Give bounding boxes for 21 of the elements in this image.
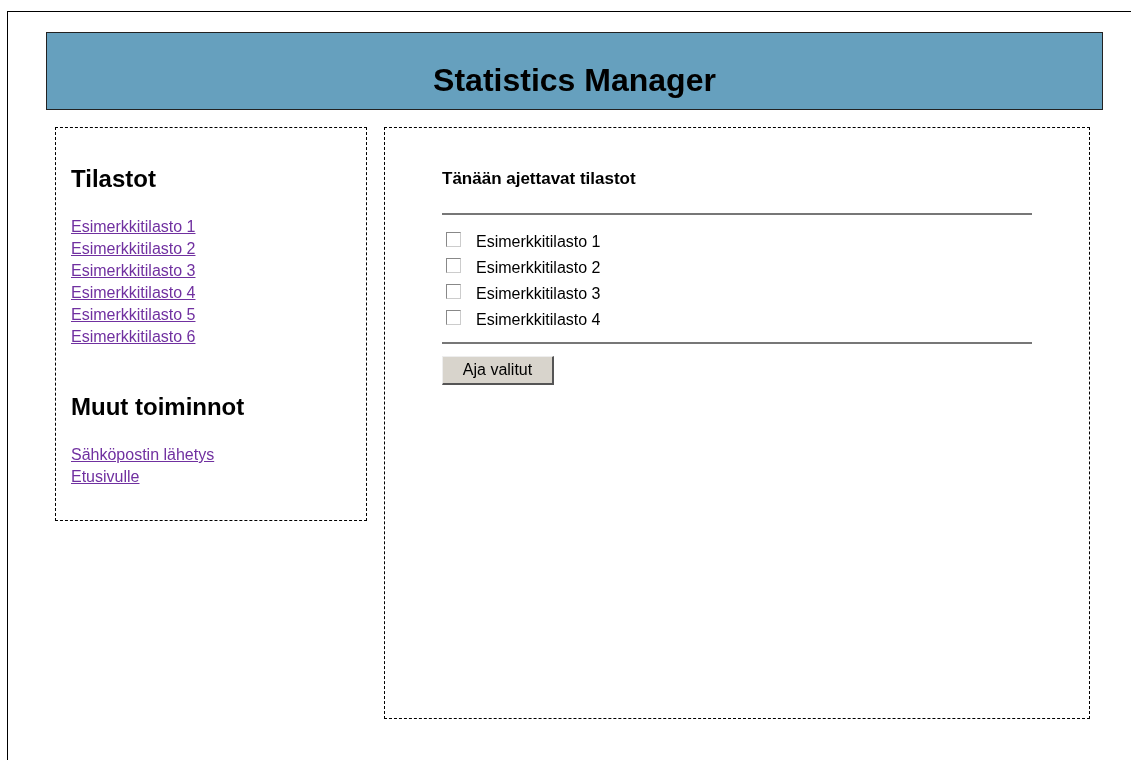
- checkbox[interactable]: [446, 309, 461, 325]
- page-title: Statistics Manager: [433, 61, 716, 99]
- sidebar-link[interactable]: Esimerkkitilasto 3: [71, 260, 196, 282]
- sidebar-link[interactable]: Esimerkkitilasto 1: [71, 216, 196, 238]
- sidebar-link[interactable]: Esimerkkitilasto 4: [71, 282, 196, 304]
- panel-heading: Tänään ajettavat tilastot: [442, 168, 636, 190]
- checkbox-label: Esimerkkitilasto 1: [476, 232, 601, 252]
- sidebar-link[interactable]: Esimerkkitilasto 6: [71, 326, 196, 348]
- section-heading: Muut toiminnot: [71, 392, 245, 422]
- run-selected-button[interactable]: Aja valitut: [442, 356, 554, 385]
- checkbox[interactable]: [446, 231, 461, 247]
- checkbox[interactable]: [446, 257, 461, 273]
- checkbox-label: Esimerkkitilasto 4: [476, 310, 601, 330]
- sidebar-link[interactable]: Esimerkkitilasto 2: [71, 238, 196, 260]
- sidebar-link[interactable]: Sähköpostin lähetys: [71, 444, 215, 466]
- checkbox-label: Esimerkkitilasto 3: [476, 284, 601, 304]
- checkbox[interactable]: [446, 283, 461, 299]
- section-heading: Tilastot: [71, 164, 156, 194]
- sidebar-link[interactable]: Etusivulle: [71, 466, 140, 488]
- sidebar-link[interactable]: Esimerkkitilasto 5: [71, 304, 196, 326]
- checkbox-label: Esimerkkitilasto 2: [476, 258, 601, 278]
